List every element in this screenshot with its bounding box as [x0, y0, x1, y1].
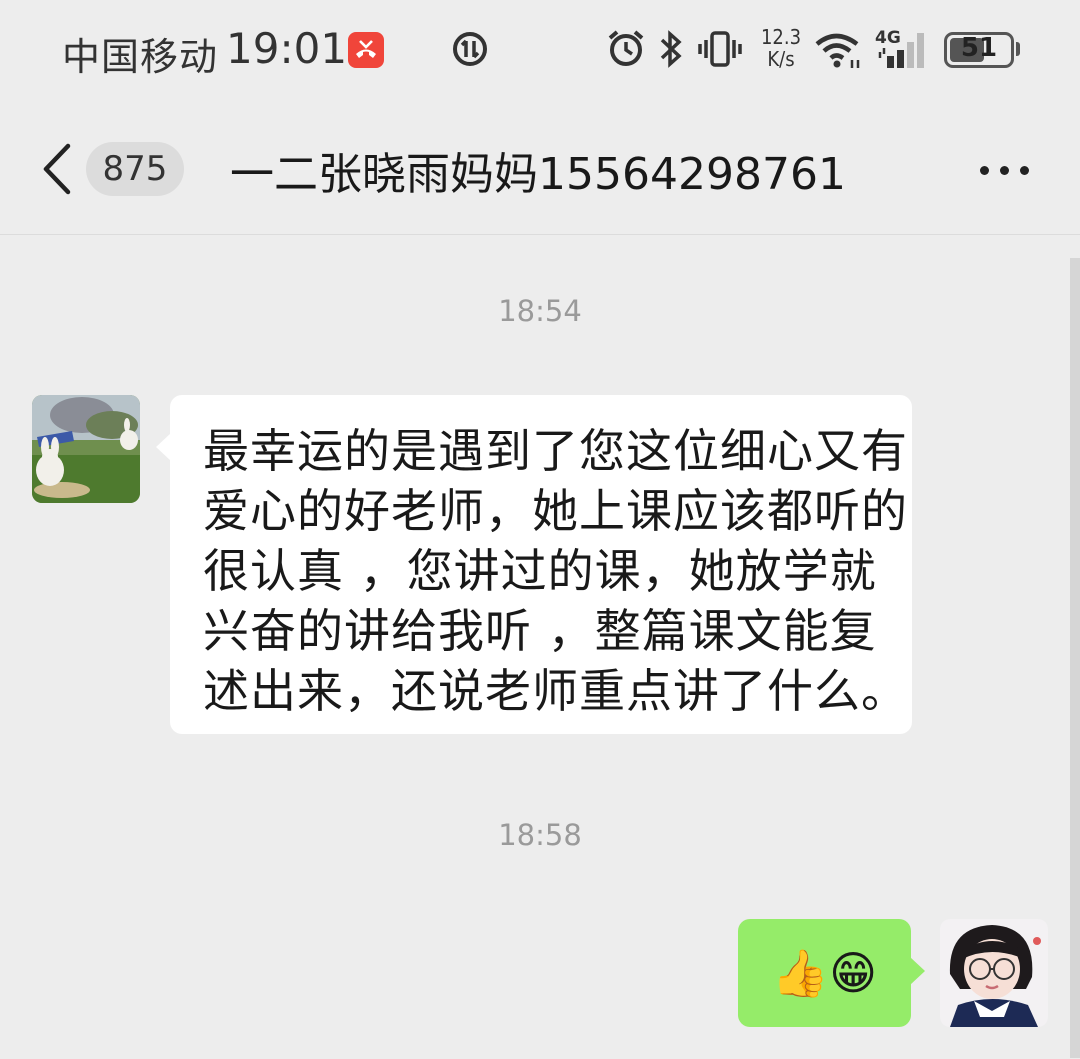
carrier-name: 中国移动	[62, 35, 219, 79]
battery-icon: 51	[944, 32, 1014, 68]
message-text-line: 述出来，还说老师重点讲了什么。	[203, 664, 908, 718]
bluetooth-icon	[657, 28, 685, 70]
network-speed: 12.3 K/s	[757, 26, 805, 70]
data-saver-icon	[451, 30, 489, 68]
network-speed-unit: K/s	[767, 47, 795, 71]
battery-percent: 51	[960, 33, 998, 63]
incoming-message-bubble[interactable]: 最幸运的是遇到了您这位细心又有 爱心的好老师，她上课应该都听的 很认真 ，您讲过…	[156, 395, 912, 734]
more-options-button[interactable]	[972, 152, 1036, 188]
message-timestamp: 18:54	[498, 294, 582, 328]
message-text-line: 兴奋的讲给我听 ，整篇课文能复	[203, 604, 877, 658]
more-dot	[1020, 166, 1029, 175]
status-time: 19:01	[226, 24, 348, 73]
network-speed-value: 12.3	[760, 25, 802, 49]
scrollbar[interactable]	[1070, 258, 1080, 1058]
battery-tip	[1016, 42, 1020, 56]
more-dots-icon	[980, 166, 989, 175]
message-text-line: 很认真 ，您讲过的课，她放学就	[203, 544, 877, 598]
message-text-line: 最幸运的是遇到了您这位细心又有	[203, 424, 908, 478]
chat-title: 一二张晓雨妈妈15564298761	[230, 149, 846, 200]
message-list[interactable]: 18:54 最幸运的是遇到了您这位细心又有 爱心的好老师，她上课应该都听的 很认…	[0, 236, 1080, 1059]
more-dot	[1000, 166, 1009, 175]
message-timestamp: 18:58	[498, 818, 582, 852]
signal-icon	[874, 28, 932, 70]
back-button[interactable]	[36, 140, 80, 198]
my-avatar[interactable]	[940, 919, 1048, 1027]
chat-header: 875 一二张晓雨妈妈15564298761	[0, 100, 1080, 235]
vibrate-icon	[697, 30, 743, 68]
wifi-icon	[814, 30, 862, 70]
contact-avatar[interactable]	[32, 395, 140, 503]
back-arrow-icon	[43, 143, 71, 195]
missed-call-icon	[348, 32, 384, 68]
unread-count-badge[interactable]: 875	[86, 142, 184, 196]
outgoing-message-bubble[interactable]: 👍😁	[738, 919, 925, 1027]
status-bar: 中国移动 19:01 12.3 K/s 4G 51	[0, 0, 1080, 100]
message-text-line: 爱心的好老师，她上课应该都听的	[203, 484, 908, 538]
alarm-icon	[606, 28, 646, 68]
